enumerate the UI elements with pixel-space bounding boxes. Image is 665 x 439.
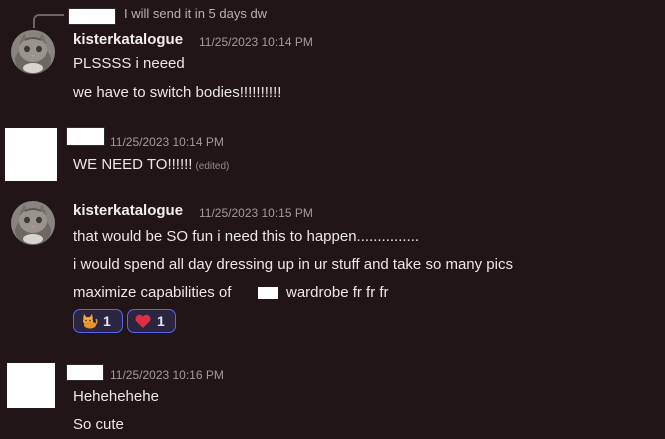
username-redacted[interactable] [66, 364, 104, 381]
message-text: i would spend all day dressing up in ur … [73, 256, 513, 273]
message-text: that would be SO fun i need this to happ… [73, 228, 420, 245]
heart-emoji-icon [135, 314, 151, 328]
cat-avatar-image [11, 201, 55, 245]
cat-emoji-icon [83, 314, 98, 329]
message-text: WE NEED TO!!!!!! (edited) [73, 156, 229, 176]
reaction-heart[interactable]: 1 [127, 309, 176, 333]
cat-avatar-image [11, 30, 55, 74]
avatar-redacted[interactable] [5, 128, 57, 181]
message-timestamp: 11/25/2023 10:14 PM [110, 135, 224, 149]
message-text: Hehehehehe [73, 388, 159, 405]
reaction-count: 1 [157, 313, 165, 329]
reply-author-redacted[interactable] [68, 8, 116, 25]
avatar[interactable] [11, 201, 55, 245]
avatar-redacted[interactable] [7, 363, 55, 408]
message-username[interactable]: kisterkatalogue [73, 31, 183, 48]
reply-connector [33, 14, 64, 28]
reaction-cat[interactable]: 1 [73, 309, 123, 333]
name-redacted [258, 287, 278, 299]
avatar[interactable] [11, 30, 55, 74]
reply-preview-text[interactable]: I will send it in 5 days dw [124, 6, 267, 21]
reaction-count: 1 [103, 313, 111, 329]
message-timestamp: 11/25/2023 10:15 PM [199, 206, 313, 220]
message-text: maximize capabilities of [73, 284, 232, 301]
message-text: PLSSSS i neeed [73, 55, 185, 72]
message-username[interactable]: kisterkatalogue [73, 202, 183, 219]
message-timestamp: 11/25/2023 10:14 PM [199, 35, 313, 49]
message-timestamp: 11/25/2023 10:16 PM [110, 368, 224, 382]
message-text: we have to switch bodies!!!!!!!!!! [73, 84, 282, 101]
message-text: So cute [73, 416, 124, 433]
edited-label: (edited) [195, 161, 230, 172]
message-text: wardrobe fr fr fr [286, 284, 389, 301]
message-text-content: WE NEED TO!!!!!! [73, 156, 193, 173]
username-redacted[interactable] [66, 127, 105, 146]
